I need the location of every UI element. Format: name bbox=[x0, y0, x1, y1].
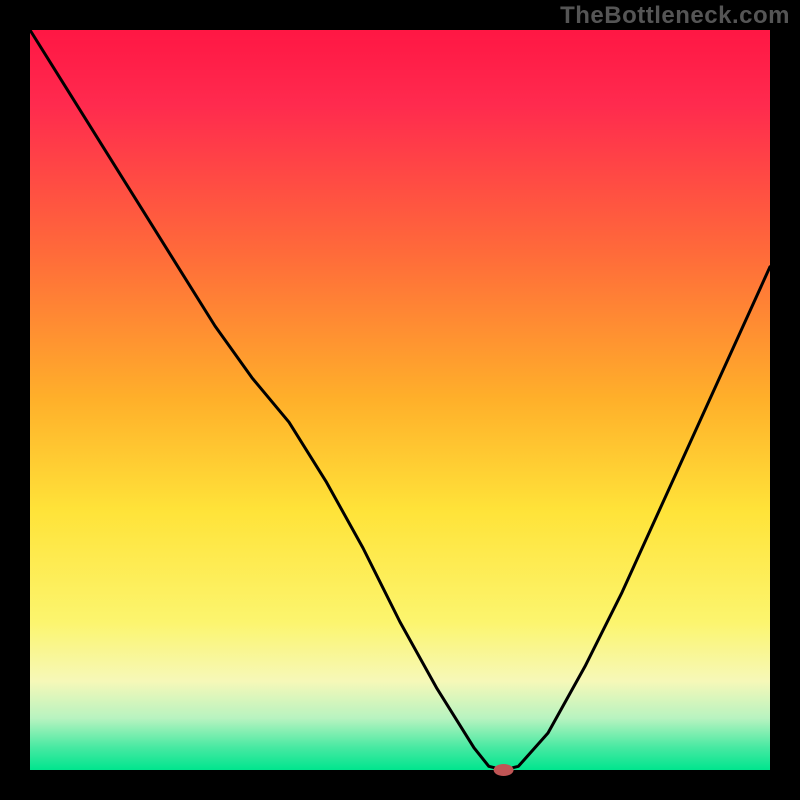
plot-background bbox=[30, 30, 770, 770]
bottleneck-chart bbox=[0, 0, 800, 800]
optimal-marker bbox=[494, 764, 514, 776]
chart-container: TheBottleneck.com bbox=[0, 0, 800, 800]
watermark-text: TheBottleneck.com bbox=[560, 2, 790, 30]
